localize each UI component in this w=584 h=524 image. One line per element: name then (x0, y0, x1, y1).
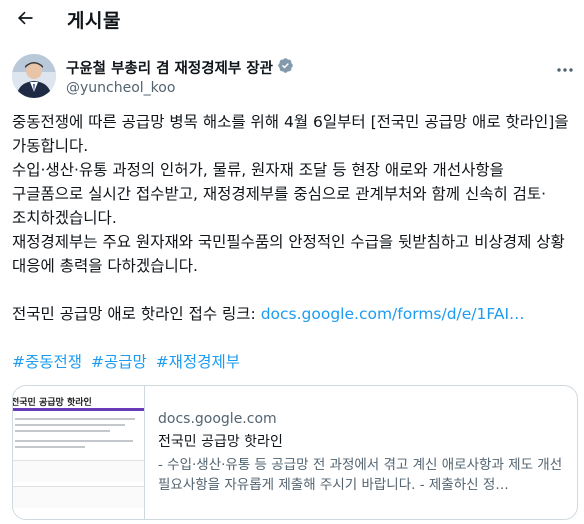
link-preview-title: 전국민 공급망 핫라인 (158, 434, 283, 450)
hashtag-list: #중동전쟁 #공급망 #재정경제부 (12, 350, 244, 374)
hashtag-link[interactable]: #중동전쟁 (12, 353, 82, 371)
top-bar: 게시물 (0, 0, 584, 40)
thumbnail-title: 전국민 공급망 핫라인 (13, 398, 92, 408)
thumbnail-text-line (15, 446, 85, 448)
avatar-photo-icon (12, 54, 56, 98)
more-dots-icon (556, 58, 574, 77)
post-author: 구윤철 부총리 겸 재정경제부 장관 @yuncheol_koo (12, 54, 293, 100)
hashtag-link[interactable]: #재정경제부 (156, 353, 240, 371)
link-prefix: 전국민 공급망 애로 핫라인 접수 링크: (12, 305, 261, 323)
thumbnail-form-field (13, 486, 144, 508)
link-preview-thumbnail: 전국민 공급망 핫라인 (13, 386, 145, 519)
post-paragraph-1: 중동전쟁에 따른 공급망 병목 해소를 위해 4월 6일부터 [전국민 공급망 … (12, 113, 569, 155)
arrow-left-icon (15, 8, 35, 32)
link-preview-info: docs.google.com 전국민 공급망 핫라인 - 수입·생산·유통 등… (158, 411, 568, 495)
thumbnail-text-line (15, 430, 110, 432)
thumbnail-form-field (13, 460, 144, 482)
thumbnail-text-line (15, 424, 125, 426)
form-link[interactable]: docs.google.com/forms/d/e/1FAI… (261, 305, 525, 323)
author-handle[interactable]: @yuncheol_koo (66, 80, 466, 96)
avatar[interactable] (12, 54, 56, 98)
page-title: 게시물 (67, 10, 121, 32)
author-display-name[interactable]: 구윤철 부총리 겸 재정경제부 장관 (66, 57, 273, 78)
post-paragraph-2: 수입·생산·유통 과정의 인허가, 물류, 원자재 조달 등 현장 애로와 개선… (12, 161, 547, 227)
link-preview-description: - 수입·생산·유통 등 공급망 전 과정에서 겪고 계신 애로사항과 제도 개… (158, 457, 563, 493)
post-link-line: 전국민 공급망 애로 핫라인 접수 링크: docs.google.com/fo… (12, 302, 578, 326)
back-button[interactable] (10, 5, 40, 35)
link-preview-card[interactable]: 전국민 공급망 핫라인 docs.google.com 전국민 공급망 핫라인 … (12, 385, 578, 520)
post-paragraph-3: 재정경제부는 주요 원자재와 국민필수품의 안정적인 수급을 뒷받침하고 비상경… (12, 233, 565, 275)
post-text: 중동전쟁에 따른 공급망 병목 해소를 위해 4월 6일부터 [전국민 공급망 … (12, 110, 578, 326)
thumbnail-text-line (15, 440, 133, 442)
link-preview-domain: docs.google.com (158, 411, 277, 427)
verified-badge-icon (277, 57, 294, 78)
thumbnail-text-line (15, 418, 135, 420)
more-options-button[interactable] (553, 58, 577, 76)
form-accent-bar (13, 408, 144, 411)
hashtag-link[interactable]: #공급망 (91, 353, 147, 371)
